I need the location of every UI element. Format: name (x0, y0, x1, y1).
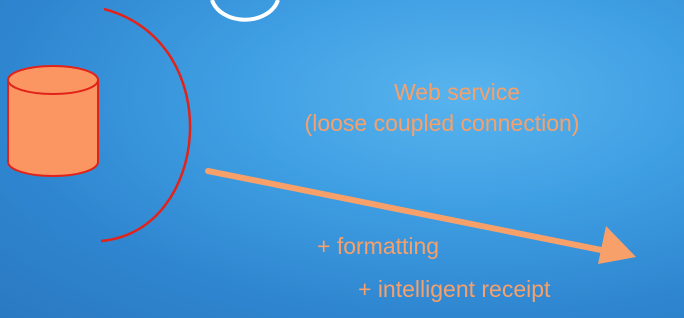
formatting-note: + formatting (317, 233, 440, 259)
diagram-canvas (7, 0, 636, 264)
service-title: Web service (393, 79, 521, 105)
receipt-note: + intelligent receipt (358, 276, 551, 302)
service-subtitle: (loose coupled connection) (304, 110, 580, 136)
partial-circle-icon (210, 0, 280, 22)
